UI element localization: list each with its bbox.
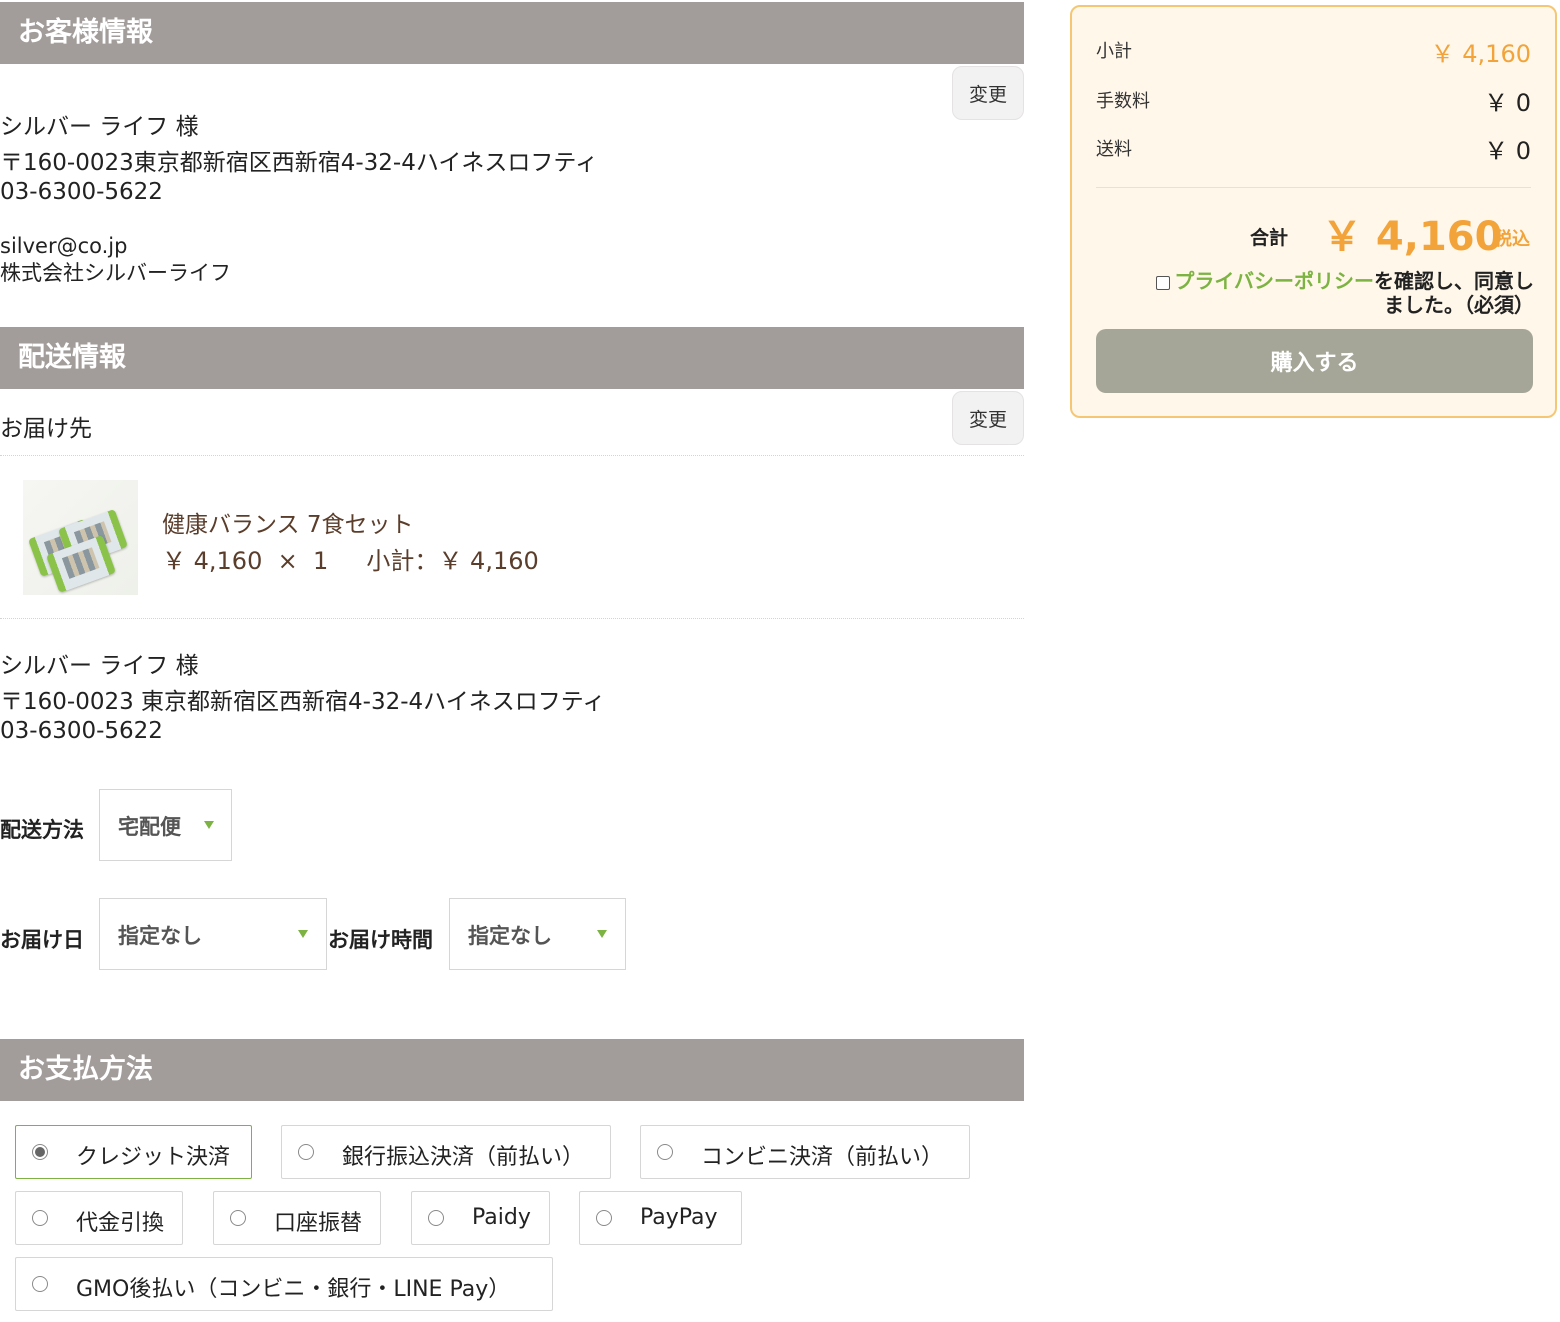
product-name: 健康バランス 7食セット (162, 512, 414, 538)
recipient-address: 〒160-0023 東京都新宿区西新宿4-32-4ハイネスロフティ (0, 689, 606, 715)
privacy-policy-link[interactable]: プライバシーポリシー (1174, 269, 1374, 293)
payment-option-cod[interactable]: 代金引換 (15, 1191, 183, 1245)
subtotal-label: 小計 (1096, 41, 1132, 62)
payment-option-account-transfer[interactable]: 口座振替 (213, 1191, 381, 1245)
customer-company: 株式会社シルバーライフ (0, 261, 231, 285)
radio-icon[interactable] (428, 1210, 444, 1226)
payment-option-label: GMO後払い（コンビニ・銀行・LINE Pay） (76, 1277, 511, 1302)
purchase-button[interactable]: 購入する (1096, 329, 1533, 393)
product-subtotal-label: 小計： (366, 547, 439, 575)
delivery-time-value: 指定なし (468, 924, 552, 948)
shipping-method-value: 宅配便 (118, 815, 181, 839)
payment-option-paidy[interactable]: Paidy (411, 1191, 550, 1245)
privacy-agreement: プライバシーポリシーを確認し、同意し ました。（必須） (1102, 269, 1534, 317)
delivery-date-label: お届け日 (0, 928, 84, 952)
customer-info-header: お客様情報 (0, 2, 1024, 64)
payment-option-label: コンビニ決済（前払い） (701, 1145, 944, 1170)
privacy-text-2: ました。（必須） (1384, 293, 1534, 317)
delivery-info-title: 配送情報 (18, 342, 126, 373)
chevron-down-icon (204, 821, 214, 829)
shipping-method-label: 配送方法 (0, 818, 84, 842)
tax-included-label: 税込 (1494, 229, 1530, 250)
recipient-name: シルバー ライフ 様 (0, 653, 199, 679)
delivery-date-value: 指定なし (118, 924, 202, 948)
customer-info-title: お客様情報 (18, 17, 153, 48)
fee-value: ￥ 0 (1484, 89, 1531, 117)
payment-option-gmo[interactable]: GMO後払い（コンビニ・銀行・LINE Pay） (15, 1257, 553, 1311)
order-summary: 小計 ￥ 4,160 手数料 ￥ 0 送料 ￥ 0 合計 ￥ 4,160 税込 … (1070, 5, 1557, 418)
delivery-time-label: お届け時間 (328, 928, 433, 952)
total-value: ￥ 4,160 (1322, 214, 1503, 260)
payment-option-convenience[interactable]: コンビニ決済（前払い） (640, 1125, 970, 1179)
delivery-info-header: 配送情報 (0, 327, 1024, 389)
radio-icon[interactable] (298, 1144, 314, 1160)
chevron-down-icon (597, 930, 607, 938)
customer-address: 〒160-0023東京都新宿区西新宿4-32-4ハイネスロフティ (0, 150, 599, 176)
payment-option-credit[interactable]: クレジット決済 (15, 1125, 252, 1179)
product-qty: 1 (312, 547, 329, 575)
payment-option-label: 代金引換 (76, 1211, 165, 1236)
divider (0, 455, 1024, 456)
shipping-label: 送料 (1096, 139, 1132, 160)
shipping-method-select[interactable]: 宅配便 (99, 789, 232, 861)
customer-email: silver@co.jp (0, 234, 128, 258)
chevron-down-icon (298, 930, 308, 938)
radio-icon[interactable] (596, 1210, 612, 1226)
divider (1096, 187, 1531, 188)
payment-title: お支払方法 (18, 1054, 153, 1085)
fee-label: 手数料 (1096, 91, 1150, 112)
radio-icon[interactable] (32, 1144, 48, 1160)
radio-icon[interactable] (32, 1210, 48, 1226)
payment-header: お支払方法 (0, 1039, 1024, 1101)
recipient-phone: 03-6300-5622 (0, 718, 163, 744)
payment-option-paypay[interactable]: PayPay (579, 1191, 742, 1245)
delivery-time-select[interactable]: 指定なし (449, 898, 626, 970)
radio-icon[interactable] (657, 1144, 673, 1160)
product-subtotal: ￥ 4,160 (438, 547, 539, 575)
payment-option-label: クレジット決済 (76, 1145, 231, 1170)
radio-icon[interactable] (230, 1210, 246, 1226)
delivery-date-select[interactable]: 指定なし (99, 898, 327, 970)
product-price-line: ￥ 4,160 × 1 小計：￥ 4,160 (162, 541, 539, 576)
privacy-checkbox[interactable] (1156, 275, 1171, 290)
subtotal-value: ￥ 4,160 (1430, 40, 1531, 68)
customer-change-button[interactable]: 変更 (952, 66, 1024, 120)
customer-phone: 03-6300-5622 (0, 179, 163, 205)
privacy-text-1: を確認し、同意し (1374, 269, 1534, 293)
delivery-change-button[interactable]: 変更 (952, 391, 1024, 445)
divider (0, 618, 1024, 619)
product-times: × (277, 547, 298, 575)
destination-label: お届け先 (0, 416, 92, 442)
shipping-value: ￥ 0 (1484, 137, 1531, 165)
payment-option-label: 銀行振込決済（前払い） (342, 1145, 585, 1170)
product-image (23, 480, 138, 595)
customer-name: シルバー ライフ 様 (0, 114, 199, 140)
payment-option-label: 口座振替 (274, 1211, 363, 1236)
payment-option-bank-transfer[interactable]: 銀行振込決済（前払い） (281, 1125, 611, 1179)
product-price: ￥ 4,160 (162, 547, 263, 575)
radio-icon[interactable] (32, 1276, 48, 1292)
total-label: 合計 (1250, 227, 1289, 249)
payment-option-label: Paidy (472, 1205, 531, 1230)
payment-option-label: PayPay (640, 1205, 718, 1230)
